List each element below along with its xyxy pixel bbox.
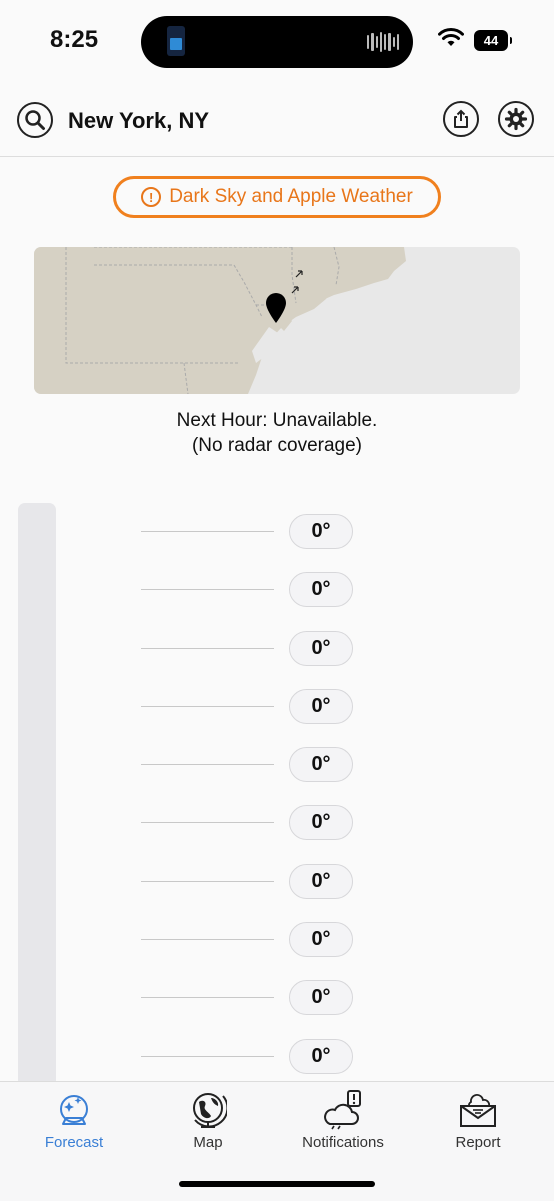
hourly-row: 0° (0, 513, 554, 571)
crystal-ball-icon (60, 1095, 88, 1125)
app-header: New York, NY (0, 92, 554, 157)
share-button[interactable] (443, 101, 479, 137)
row-divider (141, 939, 274, 941)
tab-map[interactable]: Map (148, 1090, 268, 1151)
now-playing-artwork (167, 26, 185, 56)
tab-forecast-label: Forecast (44, 1134, 104, 1151)
row-divider (141, 1055, 274, 1057)
home-indicator[interactable] (179, 1181, 375, 1187)
gear-icon (504, 107, 528, 131)
row-divider (141, 822, 274, 824)
hourly-row: 0° (0, 921, 554, 979)
globe-icon (193, 1093, 227, 1128)
search-icon (25, 110, 45, 130)
row-divider (141, 880, 274, 882)
audio-waveform-icon (367, 31, 399, 53)
hourly-row: 0° (0, 804, 554, 862)
share-icon (454, 109, 468, 128)
search-button[interactable] (17, 102, 53, 138)
row-divider (141, 647, 274, 649)
wifi-icon (438, 28, 464, 46)
temperature-pill[interactable]: 0° (289, 747, 353, 783)
location-title[interactable]: New York, NY (68, 108, 209, 134)
temperature-pill[interactable]: 0° (289, 805, 353, 841)
hourly-list: 0° 0° 0° 0° 0° 0° 0° 0° 0° 0° (0, 513, 554, 1096)
temperature-pill[interactable]: 0° (289, 630, 353, 666)
hourly-row: 0° (0, 688, 554, 746)
tab-map-label: Map (193, 1134, 223, 1151)
dynamic-island[interactable] (141, 16, 413, 68)
tab-notifications[interactable]: Notifications (283, 1090, 403, 1151)
tab-forecast[interactable]: Forecast (14, 1090, 134, 1151)
hourly-row: 0° (0, 979, 554, 1037)
battery-icon: 44 (474, 30, 512, 51)
temperature-pill[interactable]: 0° (289, 980, 353, 1016)
temperature-pill[interactable]: 0° (289, 572, 353, 608)
row-divider (141, 705, 274, 707)
radar-map[interactable] (34, 247, 520, 394)
hourly-row: 0° (0, 571, 554, 629)
hourly-row: 0° (0, 630, 554, 688)
temperature-pill[interactable]: 0° (289, 688, 353, 724)
temperature-pill[interactable]: 0° (289, 514, 353, 549)
tab-report-label: Report (455, 1134, 501, 1151)
clock: 8:25 (50, 26, 99, 53)
tab-notifications-label: Notifications (302, 1134, 384, 1151)
settings-button[interactable] (498, 101, 534, 137)
row-divider (141, 531, 274, 532)
cloud-alert-icon (324, 1090, 362, 1130)
location-pin-icon (266, 293, 286, 323)
row-divider (141, 764, 274, 766)
hourly-row: 0° (0, 746, 554, 804)
alert-label: Dark Sky and Apple Weather (169, 186, 413, 207)
row-divider (141, 589, 274, 591)
next-hour-caption: Next Hour: Unavailable. (No radar covera… (0, 408, 554, 458)
next-hour-status: Next Hour: Unavailable. (176, 410, 378, 431)
data-source-alert-button[interactable]: ! Dark Sky and Apple Weather (113, 176, 441, 218)
hourly-row: 0° (0, 863, 554, 921)
envelope-icon (460, 1094, 496, 1127)
temperature-pill[interactable]: 0° (289, 1038, 353, 1074)
exclamation-circle-icon: ! (141, 187, 162, 207)
radar-coverage-note: (No radar coverage) (191, 435, 363, 456)
status-bar: 8:25 44 (0, 0, 554, 84)
row-divider (141, 997, 274, 999)
temperature-pill[interactable]: 0° (289, 922, 353, 958)
tab-report[interactable]: Report (418, 1090, 538, 1151)
temperature-pill[interactable]: 0° (289, 863, 353, 899)
